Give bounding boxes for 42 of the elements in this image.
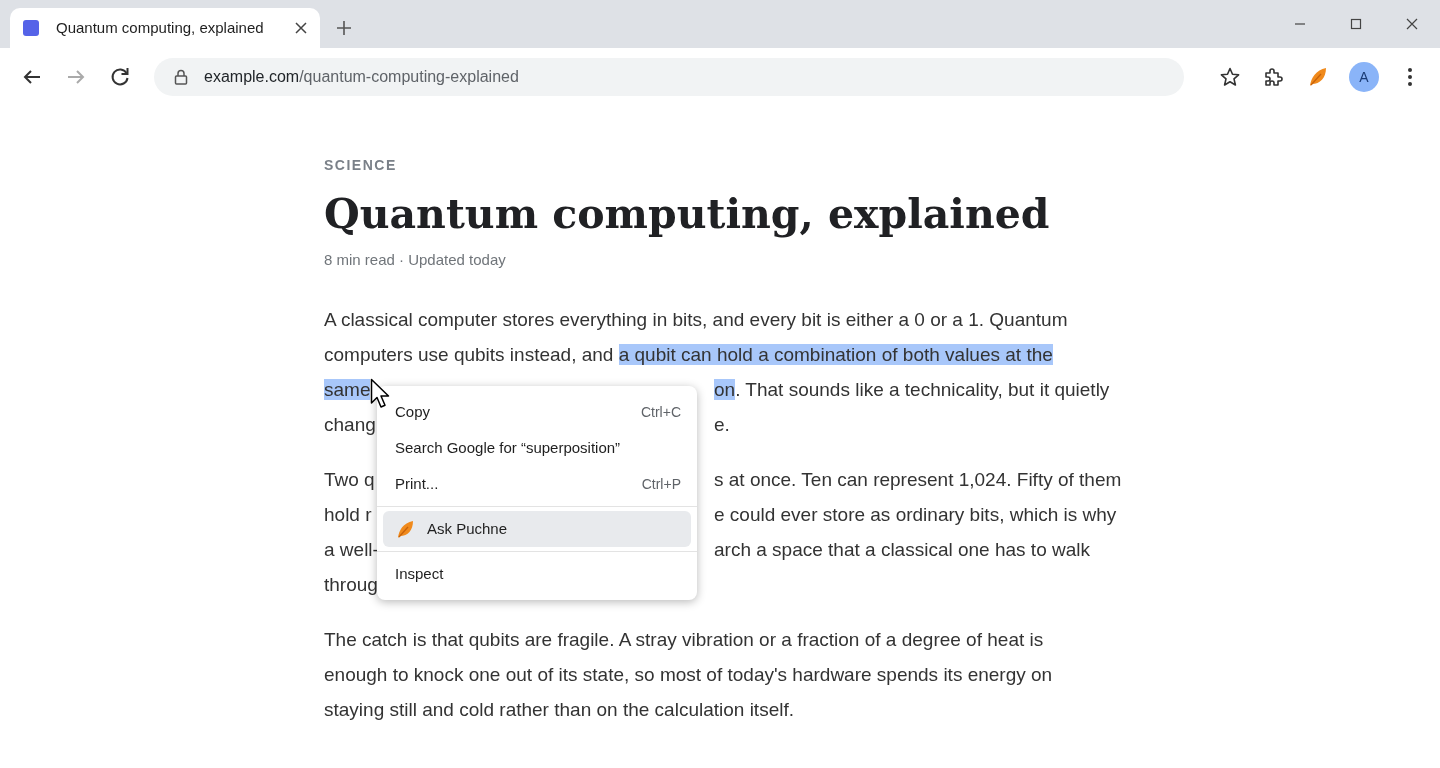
body-text: Two q [324,467,375,492]
maximize-icon [1350,18,1362,30]
lock-icon [174,69,188,85]
body-text: e. [714,412,730,437]
body-text: on. That sounds like a technicality, but it quietly [714,377,1110,402]
body-text: computers use qubits instead, and a qubit can hold a combination of both values at the [324,343,1053,365]
browser-tab[interactable]: Quantum computing, explained [10,8,320,48]
menu-item[interactable]: Ask Puchne [383,511,691,547]
body-text: a well- [324,537,379,562]
body-text: A classical computer stores everything in bits, and every bit is either a 0 or a 1. Quantum [324,308,1068,330]
close-icon [1406,18,1418,30]
body-text: throug [324,573,378,595]
body-text: s at once. Ten can represent 1,024. Fifty of them [714,467,1122,492]
plus-icon [336,20,352,36]
body-text: staying still and cold rather than on the calculation itself. [324,698,794,720]
puzzle-icon [1263,66,1285,88]
menu-item[interactable]: Print... Ctrl+P [377,466,697,502]
body-text: The catch is that qubits are fragile. A stray vibration or a fraction of a degree of heat is [324,628,1044,650]
page-icon [22,19,40,37]
forward-arrow-icon [67,69,85,85]
article-title: Quantum computing, explained [324,190,1051,240]
body-text: hold r [324,502,372,527]
url-text: example.com/quantum-computing-explained [204,67,519,87]
address-bar[interactable]: example.com/quantum-computing-explained [154,58,1184,96]
leaf-icon [395,519,415,539]
category-label: SCIENCE [324,156,398,175]
kebab-menu-icon [1408,68,1412,86]
menu-item[interactable]: Search Google for “superposition” [377,430,697,466]
body-text: e could ever store as ordinary bits, which is why [714,502,1117,527]
body-text: enough to knock one out of its state, so most of today's hardware spends its energy on [324,663,1053,685]
menu-item[interactable]: Inspect [377,556,697,592]
leaf-icon [1307,66,1329,88]
reload-icon [110,67,130,87]
article-meta: 8 min read · Updated today [324,250,507,271]
close-tab-button[interactable] [294,21,308,35]
star-icon [1220,67,1240,87]
close-icon [294,21,308,35]
menu-item[interactable]: Copy Ctrl+C [377,394,697,430]
body-text: arch a space that a classical one has to walk [714,537,1090,562]
body-text: chang [324,412,376,437]
back-arrow-icon [23,69,41,85]
body-text: same [324,377,371,402]
